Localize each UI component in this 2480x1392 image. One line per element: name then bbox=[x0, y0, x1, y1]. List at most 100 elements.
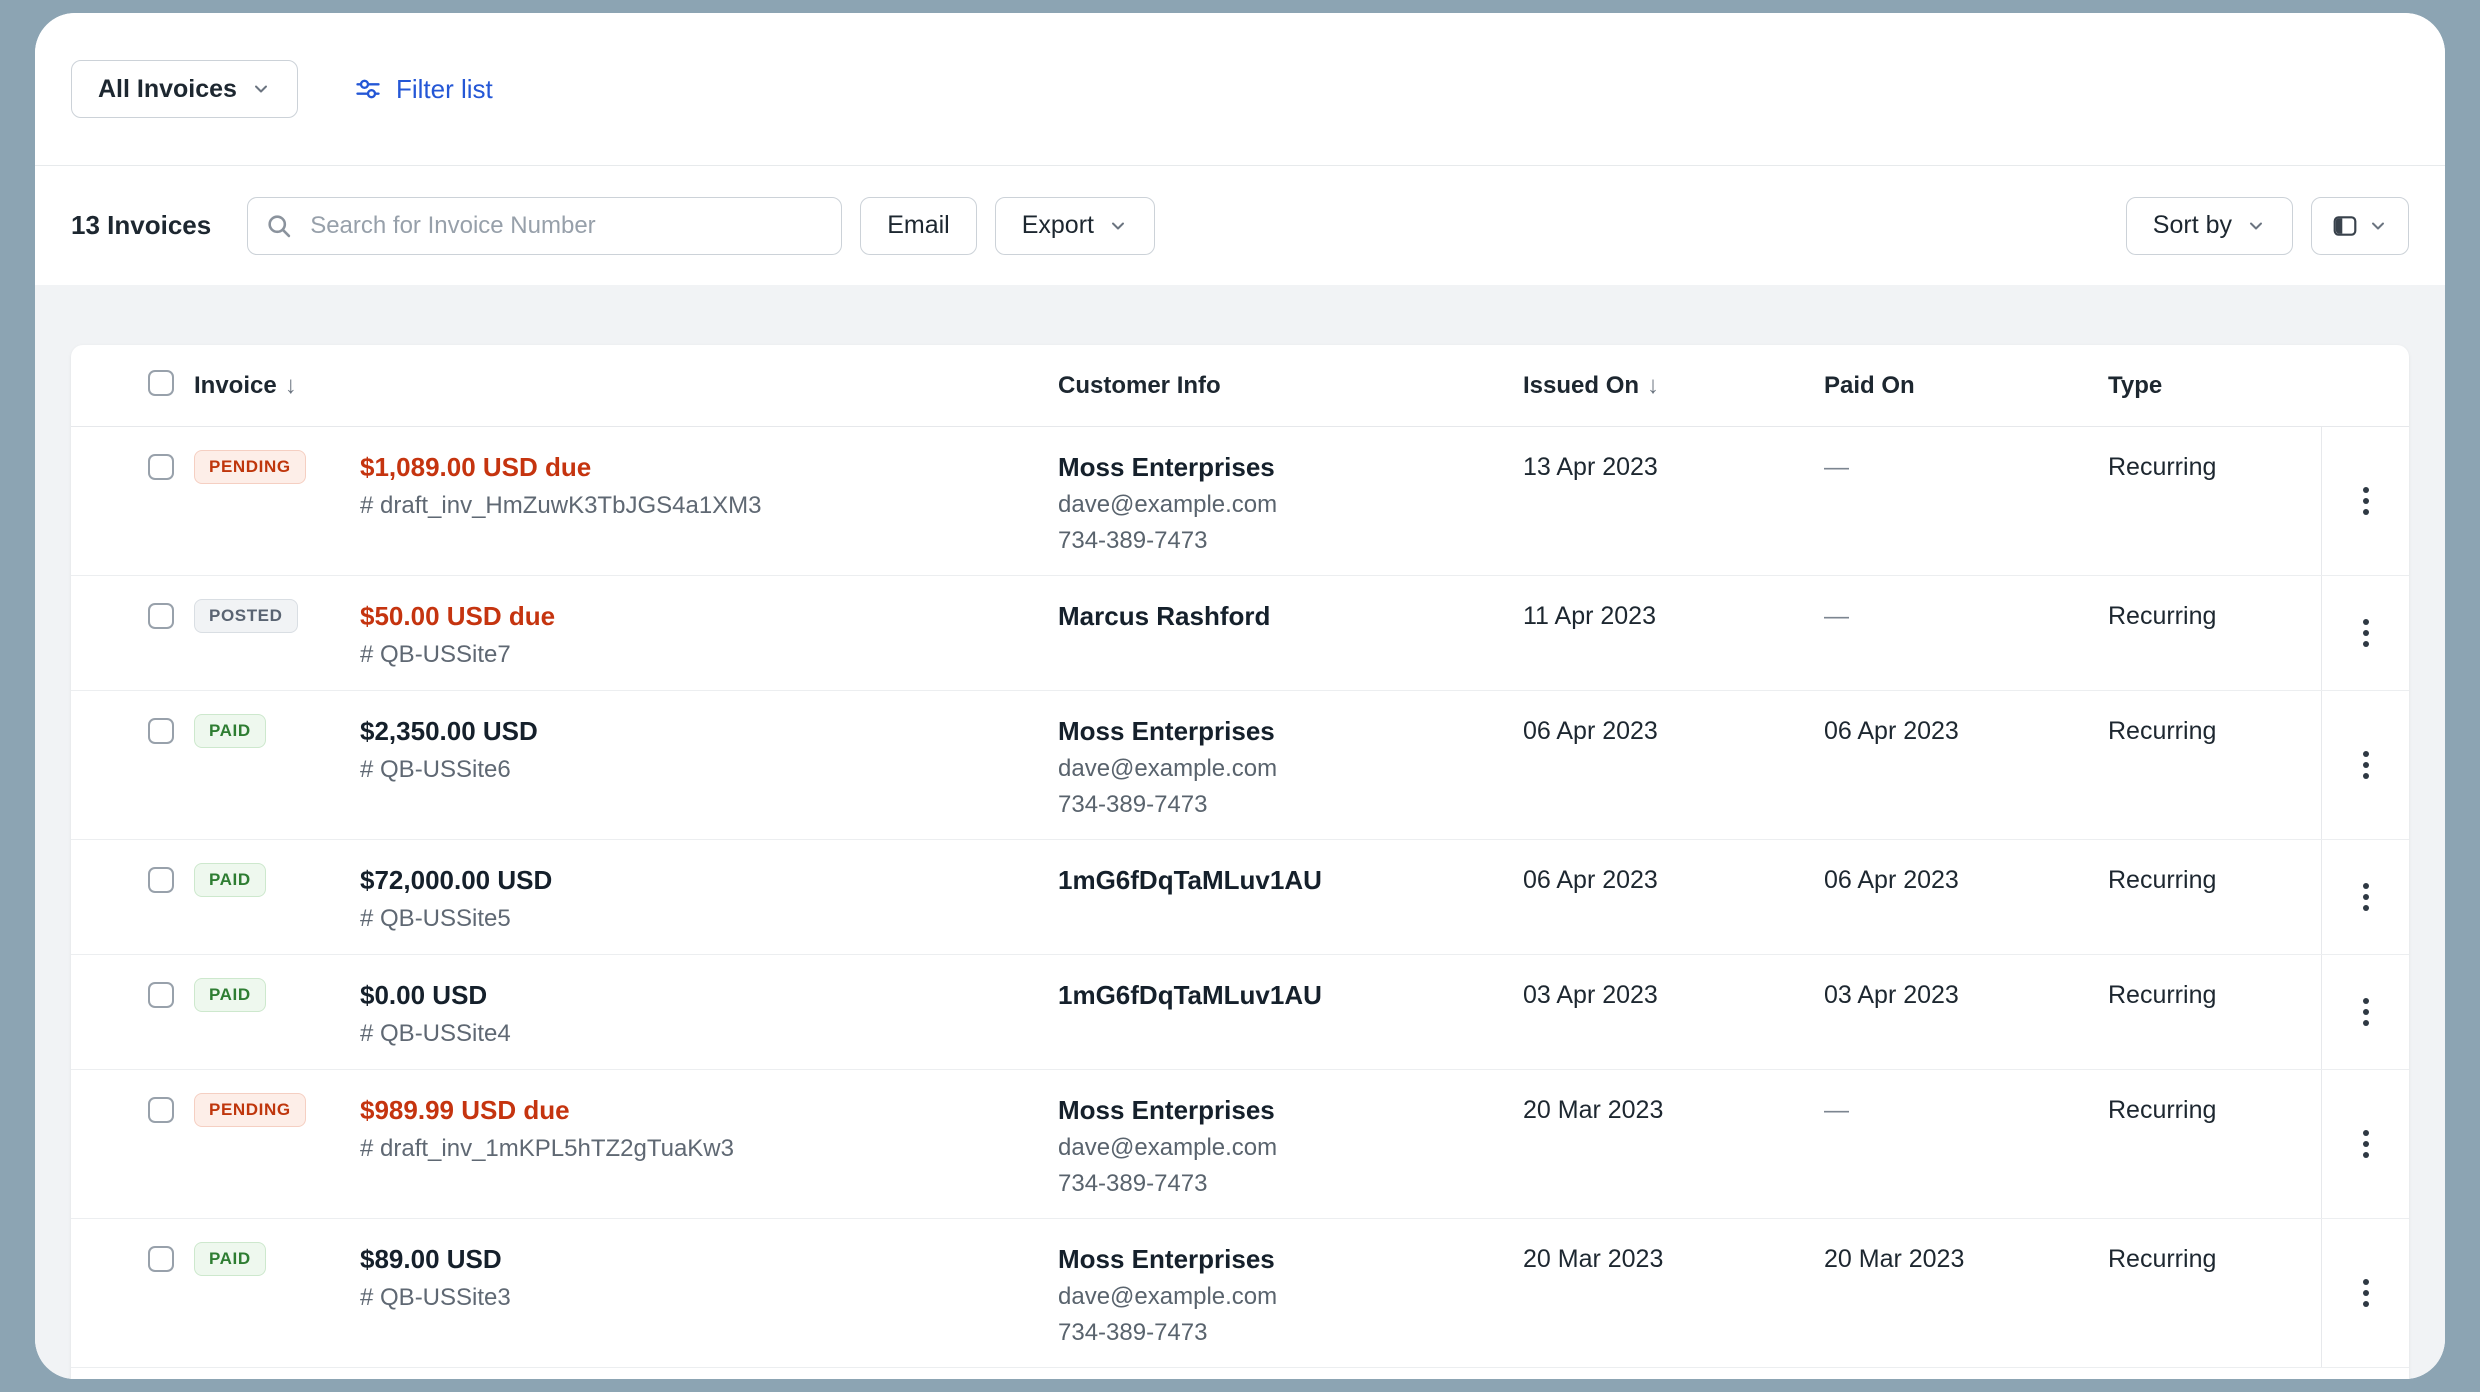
table-row[interactable]: PENDING $1,089.00 USD due # draft_inv_Hm… bbox=[71, 427, 2409, 576]
status-badge: PAID bbox=[194, 1242, 266, 1276]
customer-name: Moss Enterprises bbox=[1058, 1090, 1523, 1130]
column-header-issued-on[interactable]: Issued On ↓ bbox=[1523, 372, 1659, 400]
filter-list-button[interactable]: Filter list bbox=[354, 74, 493, 105]
invoice-number: # QB-USSite6 bbox=[360, 751, 538, 789]
invoice-number: # QB-USSite4 bbox=[360, 1015, 511, 1053]
status-badge: PAID bbox=[194, 978, 266, 1012]
paid-on-value: — bbox=[1824, 1096, 1849, 1124]
list-toolbar: 13 Invoices Email Export Sort by bbox=[35, 166, 2445, 285]
customer-email: dave@example.com bbox=[1058, 1279, 1523, 1315]
status-badge: PAID bbox=[194, 714, 266, 748]
issued-on-value: 20 Mar 2023 bbox=[1523, 1245, 1663, 1273]
filter-icon bbox=[354, 75, 382, 103]
customer-name: 1mG6fDqTaMLuv1AU bbox=[1058, 975, 1523, 1015]
filter-list-label: Filter list bbox=[396, 74, 493, 105]
status-badge: PENDING bbox=[194, 450, 306, 484]
invoice-amount[interactable]: $89.00 USD bbox=[360, 1239, 511, 1279]
chevron-down-icon bbox=[2246, 216, 2266, 236]
status-badge: PAID bbox=[194, 863, 266, 897]
customer-name: Marcus Rashford bbox=[1058, 596, 1523, 636]
invoice-type: Recurring bbox=[2108, 1245, 2216, 1273]
customer-phone: 734-389-7473 bbox=[1058, 1315, 1523, 1351]
table-row[interactable]: PAID $2,350.00 USD # QB-USSite6 Moss Ent… bbox=[71, 691, 2409, 840]
row-checkbox[interactable] bbox=[148, 867, 174, 893]
row-checkbox[interactable] bbox=[148, 1246, 174, 1272]
column-settings-button[interactable] bbox=[2311, 197, 2409, 255]
customer-email: dave@example.com bbox=[1058, 1130, 1523, 1166]
invoice-count: 13 Invoices bbox=[71, 210, 211, 241]
row-actions-kebab-icon[interactable] bbox=[2349, 473, 2383, 529]
invoice-amount[interactable]: $0.00 USD bbox=[360, 975, 511, 1015]
customer-phone: 734-389-7473 bbox=[1058, 523, 1523, 559]
search-input[interactable] bbox=[247, 197, 842, 255]
row-actions-kebab-icon[interactable] bbox=[2349, 605, 2383, 661]
top-toolbar: All Invoices Filter list bbox=[35, 13, 2445, 166]
email-button[interactable]: Email bbox=[860, 197, 977, 255]
customer-name: Moss Enterprises bbox=[1058, 1239, 1523, 1279]
invoice-type: Recurring bbox=[2108, 602, 2216, 630]
row-checkbox[interactable] bbox=[148, 603, 174, 629]
paid-on-value: 06 Apr 2023 bbox=[1824, 717, 1959, 745]
invoice-number: # draft_inv_HmZuwK3TbJGS4a1XM3 bbox=[360, 487, 762, 525]
table-row[interactable]: PAID $0.00 USD # QB-USSite4 1mG6fDqTaMLu… bbox=[71, 955, 2409, 1070]
row-checkbox[interactable] bbox=[148, 1097, 174, 1123]
columns-layout-icon bbox=[2332, 213, 2358, 239]
row-checkbox[interactable] bbox=[148, 982, 174, 1008]
table-row[interactable]: POSTED $50.00 USD due # QB-USSite7 Marcu… bbox=[71, 576, 2409, 691]
row-actions-kebab-icon[interactable] bbox=[2349, 1265, 2383, 1321]
invoice-type: Recurring bbox=[2108, 981, 2216, 1009]
invoice-amount[interactable]: $989.99 USD due bbox=[360, 1090, 734, 1130]
invoice-type: Recurring bbox=[2108, 717, 2216, 745]
invoice-amount[interactable]: $2,350.00 USD bbox=[360, 711, 538, 751]
row-checkbox[interactable] bbox=[148, 718, 174, 744]
customer-phone: 734-389-7473 bbox=[1058, 1166, 1523, 1202]
issued-on-value: 20 Mar 2023 bbox=[1523, 1096, 1663, 1124]
status-badge: POSTED bbox=[194, 599, 298, 633]
customer-phone: 734-389-7473 bbox=[1058, 787, 1523, 823]
invoices-page-card: All Invoices Filter list 13 Invoices bbox=[35, 13, 2445, 1379]
invoice-number: # QB-USSite5 bbox=[360, 900, 552, 938]
row-actions-kebab-icon[interactable] bbox=[2349, 737, 2383, 793]
select-all-checkbox[interactable] bbox=[148, 370, 174, 396]
table-row[interactable]: PAID $72,000.00 USD # QB-USSite5 1mG6fDq… bbox=[71, 840, 2409, 955]
row-actions-kebab-icon[interactable] bbox=[2349, 869, 2383, 925]
invoice-number: # draft_inv_1mKPL5hTZ2gTuaKw3 bbox=[360, 1130, 734, 1168]
issued-on-value: 11 Apr 2023 bbox=[1523, 602, 1656, 630]
invoice-amount[interactable]: $50.00 USD due bbox=[360, 596, 555, 636]
chevron-down-icon bbox=[1108, 216, 1128, 236]
row-actions-kebab-icon[interactable] bbox=[2349, 1116, 2383, 1172]
column-header-type[interactable]: Type bbox=[2108, 372, 2162, 400]
app-frame: All Invoices Filter list 13 Invoices bbox=[0, 0, 2480, 1392]
paid-on-value: 20 Mar 2023 bbox=[1824, 1245, 1964, 1273]
chevron-down-icon bbox=[251, 79, 271, 99]
invoice-amount[interactable]: $1,089.00 USD due bbox=[360, 447, 762, 487]
invoice-number: # QB-USSite7 bbox=[360, 636, 555, 674]
table-row[interactable]: PENDING $989.99 USD due # draft_inv_1mKP… bbox=[71, 1070, 2409, 1219]
column-header-invoice[interactable]: Invoice ↓ bbox=[194, 372, 297, 400]
export-button[interactable]: Export bbox=[995, 197, 1155, 255]
paid-on-value: 03 Apr 2023 bbox=[1824, 981, 1959, 1009]
invoice-type: Recurring bbox=[2108, 866, 2216, 894]
column-header-paid-on[interactable]: Paid On bbox=[1824, 372, 1915, 400]
invoice-type: Recurring bbox=[2108, 453, 2216, 481]
customer-name: 1mG6fDqTaMLuv1AU bbox=[1058, 860, 1523, 900]
invoice-table-header: Invoice ↓ Customer Info Issued On ↓ Paid… bbox=[71, 345, 2409, 427]
customer-name: Moss Enterprises bbox=[1058, 447, 1523, 487]
row-actions-kebab-icon[interactable] bbox=[2349, 984, 2383, 1040]
view-selector-dropdown[interactable]: All Invoices bbox=[71, 60, 298, 118]
row-checkbox[interactable] bbox=[148, 454, 174, 480]
search-box bbox=[247, 197, 842, 255]
view-selector-label: All Invoices bbox=[98, 75, 237, 104]
column-header-customer[interactable]: Customer Info bbox=[1058, 372, 1221, 400]
issued-on-value: 13 Apr 2023 bbox=[1523, 453, 1658, 481]
customer-name: Moss Enterprises bbox=[1058, 711, 1523, 751]
chevron-down-icon bbox=[2368, 216, 2388, 236]
invoice-table-body: PENDING $1,089.00 USD due # draft_inv_Hm… bbox=[71, 427, 2409, 1368]
issued-on-value: 06 Apr 2023 bbox=[1523, 866, 1658, 894]
customer-email: dave@example.com bbox=[1058, 487, 1523, 523]
sort-desc-icon: ↓ bbox=[285, 372, 297, 400]
table-row[interactable]: PAID $89.00 USD # QB-USSite3 Moss Enterp… bbox=[71, 1219, 2409, 1368]
sort-by-button[interactable]: Sort by bbox=[2126, 197, 2293, 255]
invoice-amount[interactable]: $72,000.00 USD bbox=[360, 860, 552, 900]
invoice-type: Recurring bbox=[2108, 1096, 2216, 1124]
